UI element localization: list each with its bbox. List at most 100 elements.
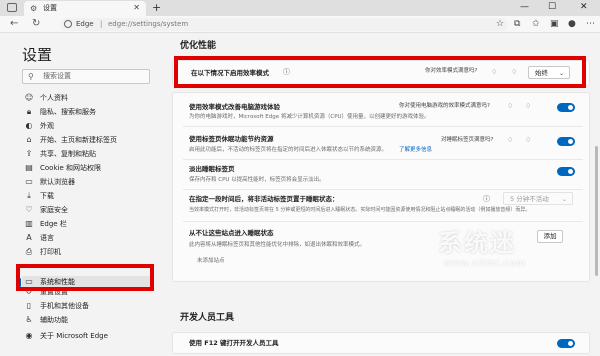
- sidebar-item-privacy[interactable]: 🔒︎ 隐私、搜索和服务: [22, 106, 152, 119]
- search-placeholder: 搜索设置: [43, 72, 71, 80]
- favorites-icon[interactable]: ✩: [532, 19, 540, 30]
- refresh-button[interactable]: ↻: [32, 18, 40, 30]
- gaming-toggle[interactable]: [557, 103, 575, 112]
- like-icon[interactable]: ♢: [507, 102, 513, 111]
- tab-settings[interactable]: ⚙ 设置 ✕: [24, 1, 146, 16]
- like-icon[interactable]: ♢: [507, 136, 513, 145]
- favorite-star-icon[interactable]: ☆: [496, 19, 504, 30]
- sidebar-item-label: 共享、复制和粘贴: [40, 150, 96, 158]
- browser-icon: ▭: [25, 177, 33, 186]
- section-title-performance: 优化性能: [180, 41, 217, 51]
- collections-icon[interactable]: ▣: [550, 19, 559, 30]
- split-screen-icon[interactable]: ⧉: [514, 19, 520, 30]
- gaming-desc: 为你的电脑游戏时，Microsoft Edge 将减少计算机资源（CPU）使用量…: [189, 114, 430, 120]
- sleeping-tabs-title: 使用标签页休眠功能节约资源: [189, 135, 274, 143]
- sidebar-item-label: 个人资料: [40, 94, 68, 102]
- toggle-knob: [568, 169, 573, 174]
- highlight-box-system: [16, 264, 154, 291]
- sidebar-item-language[interactable]: A 语言: [22, 232, 152, 245]
- sidebar-item-phone[interactable]: ▯ 手机和其他设备: [22, 300, 152, 313]
- language-icon: A: [26, 233, 32, 242]
- new-tab-button[interactable]: +: [152, 1, 161, 14]
- address-separator: |: [100, 20, 103, 28]
- sidebar-item-label: 家庭安全: [40, 206, 68, 214]
- row-divider: [183, 221, 583, 222]
- download-icon: ⤓: [27, 191, 31, 200]
- sidebar-item-start-home[interactable]: ⌂ 开始、主页和新建标签页: [22, 134, 152, 147]
- no-sites-added: 未添加站点: [197, 258, 225, 264]
- info-icon: ⓘ: [483, 195, 490, 203]
- sleeping-tabs-desc: 启用此功能后，不活动的标签页将在指定的时间后进入休眠状态以节约系统资源。: [189, 147, 388, 153]
- phone-icon: ▯: [26, 301, 32, 310]
- sidebar-item-family[interactable]: ♡ 家庭安全: [22, 204, 152, 217]
- inactive-timeout-title: 在指定一段时间后，将非活动标签页置于睡眠状态：: [189, 195, 339, 203]
- sidebar-item-edge-bar[interactable]: ▥ Edge 栏: [22, 218, 152, 231]
- learn-more-link[interactable]: 了解更多信息: [399, 146, 432, 154]
- address-bar-row: ← ↻ Edge | edge://settings/system ☆ ⧉ ✩ …: [0, 16, 600, 33]
- sidebar-item-label: 默认浏览器: [40, 178, 75, 186]
- title-bar: ⚙ 设置 ✕ + — ☐ ✕: [0, 0, 600, 16]
- share-icon: ⇪: [25, 149, 33, 158]
- sidebar-item-label: 手机和其他设备: [40, 302, 89, 310]
- highlight-box-efficiency: [174, 56, 586, 88]
- url-text[interactable]: edge://settings/system: [108, 19, 188, 30]
- site-name: Edge: [76, 20, 94, 28]
- sidebar-item-label: 辅助功能: [40, 316, 68, 324]
- inactive-timeout-desc: 当效率模式打开时，非活动标签页将在 5 分钟或更短的时间后进入睡眠状态。实际时间…: [189, 207, 531, 213]
- dislike-icon[interactable]: ♢: [525, 102, 531, 111]
- sidebar-item-share[interactable]: ⇪ 共享、复制和粘贴: [22, 148, 152, 161]
- more-menu-icon[interactable]: ⋯: [586, 19, 595, 30]
- sidebar-item-downloads[interactable]: ⤓ 下载: [22, 190, 152, 203]
- watermark: 系统迷 www.xitmi.com: [438, 229, 558, 277]
- gaming-feedback-question: 你对使用电脑游戏的效率模式满意吗?: [399, 103, 490, 109]
- sidebar-item-label: Edge 栏: [40, 220, 67, 228]
- dislike-icon[interactable]: ♢: [525, 136, 531, 145]
- sidebar-item-printers[interactable]: ⎙ 打印机: [22, 246, 152, 259]
- f12-title: 使用 F12 键打开开发人员工具: [189, 339, 279, 347]
- tab-actions-icon[interactable]: [7, 3, 17, 12]
- back-button[interactable]: ←: [10, 18, 18, 30]
- sidebar-item-label: 外观: [40, 122, 54, 130]
- window-close-button[interactable]: ✕: [580, 1, 588, 13]
- home-icon: ⌂: [26, 135, 32, 144]
- sidebar-item-label: 下载: [40, 192, 54, 200]
- toggle-knob: [568, 341, 573, 346]
- fade-tabs-title: 淡出睡眠标签页: [189, 165, 235, 173]
- printer-icon: ⎙: [25, 247, 33, 256]
- fade-tabs-toggle[interactable]: [557, 167, 575, 176]
- scrollbar-thumb[interactable]: [595, 146, 598, 276]
- cookie-icon: ▤: [25, 163, 33, 172]
- sidebar-item-label: 隐私、搜索和服务: [40, 108, 96, 116]
- watermark-text: 系统迷: [438, 229, 516, 257]
- search-icon: ⚲: [28, 72, 34, 81]
- address-field[interactable]: Edge | edge://settings/system: [60, 18, 508, 31]
- inactive-timeout-select[interactable]: 5 分钟不活动 ⌄: [503, 192, 573, 205]
- sidebar-item-default-browser[interactable]: ▭ 默认浏览器: [22, 176, 152, 189]
- gear-icon: ⚙: [30, 4, 38, 13]
- sidebar-item-profile[interactable]: ☺ 个人资料: [22, 92, 152, 105]
- edge-logo-icon: ◉: [25, 331, 33, 340]
- maximize-button[interactable]: ☐: [548, 1, 556, 13]
- sidebar-item-about[interactable]: ◉ 关于 Microsoft Edge: [22, 330, 152, 343]
- close-tab-icon[interactable]: ✕: [133, 3, 140, 13]
- minimize-button[interactable]: —: [520, 1, 529, 13]
- sleeping-feedback-question: 对睡眠标签页满意吗?: [441, 137, 494, 143]
- sidebar-item-label: Cookie 和网站权限: [40, 164, 101, 172]
- profile-icon[interactable]: ●: [568, 19, 576, 30]
- search-settings-input[interactable]: ⚲ 搜索设置: [22, 69, 150, 84]
- devtools-card: 使用 F12 键打开开发人员工具: [172, 332, 590, 354]
- person-icon: ☺: [24, 93, 34, 102]
- toggle-knob: [568, 139, 573, 144]
- chevron-down-icon: ⌄: [561, 196, 567, 203]
- toggle-knob: [568, 105, 573, 110]
- page-scrollbar[interactable]: [595, 36, 598, 352]
- sidebar-item-appearance[interactable]: ◐ 外观: [22, 120, 152, 133]
- never-sleep-desc: 此内容将从睡眠标签页和其他性能优化中排除，如退出休眠和效率模式。: [189, 242, 366, 248]
- f12-toggle[interactable]: [557, 339, 575, 348]
- accessibility-icon: ♿︎: [25, 315, 33, 324]
- sleeping-tabs-toggle[interactable]: [557, 137, 575, 146]
- section-title-devtools: 开发人员工具: [180, 313, 235, 323]
- sidebar-item-accessibility[interactable]: ♿︎ 辅助功能: [22, 314, 152, 327]
- never-sleep-title: 从不让这些站点进入睡眠状态: [189, 229, 274, 237]
- sidebar-item-cookies[interactable]: ▤ Cookie 和网站权限: [22, 162, 152, 175]
